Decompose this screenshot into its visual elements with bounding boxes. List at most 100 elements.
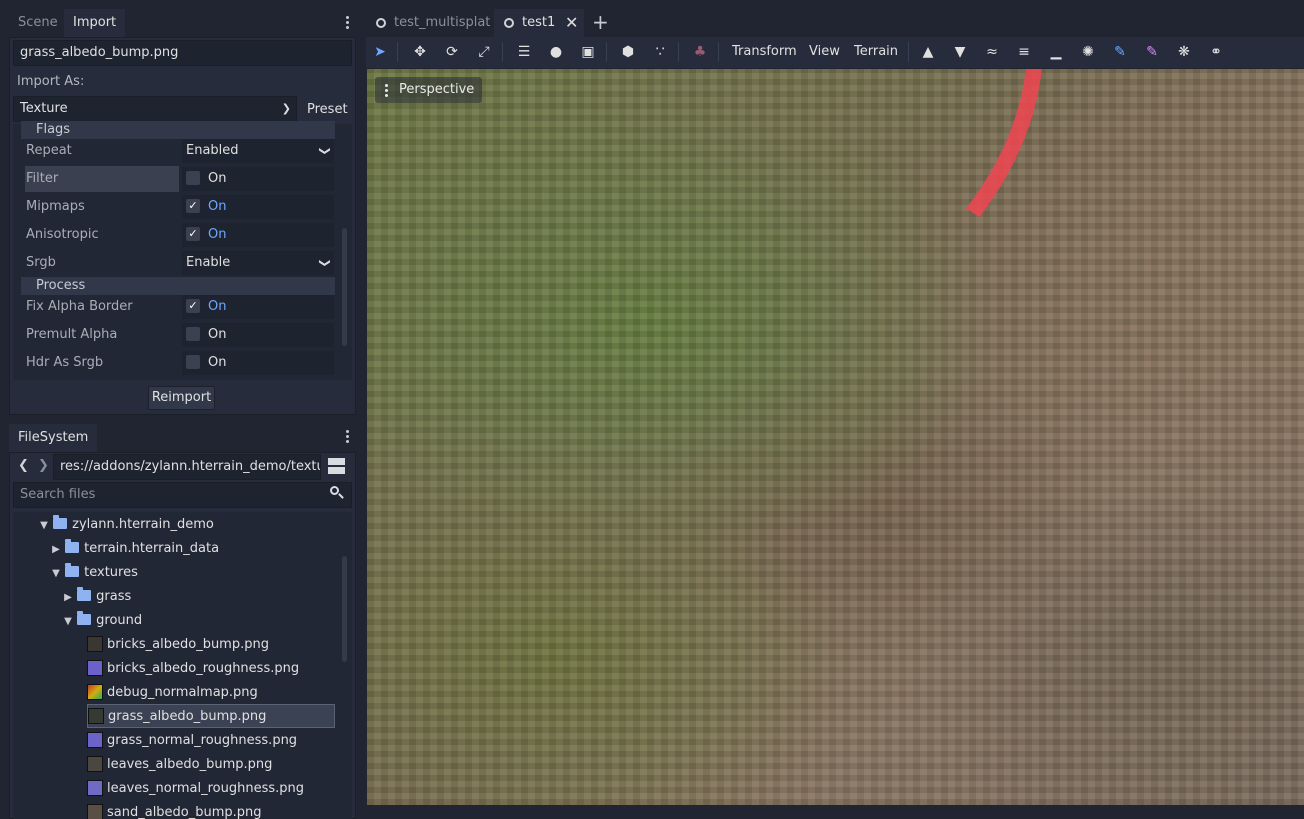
tree-item-file[interactable]: grass_normal_roughness.png bbox=[87, 729, 297, 753]
preset-button[interactable]: Preset bbox=[307, 102, 348, 117]
scene-tab-test1[interactable]: test1 ✕ bbox=[494, 9, 584, 37]
add-scene-tab-icon[interactable]: + bbox=[592, 10, 609, 34]
camera-preview-icon[interactable]: ♣ bbox=[690, 42, 710, 62]
filesystem-dock-menu-icon[interactable] bbox=[345, 430, 351, 445]
toolbar-separator bbox=[678, 42, 679, 62]
terrain-flatten-icon[interactable]: ▁ bbox=[1046, 42, 1066, 62]
prop-repeat-select[interactable]: Enabled ❯ bbox=[182, 139, 334, 163]
tab-scene[interactable]: Scene bbox=[9, 9, 67, 37]
local-space-icon[interactable]: ⬢ bbox=[618, 42, 638, 62]
import-as-select[interactable]: Texture ❯ bbox=[13, 96, 297, 122]
tree-item-folder[interactable]: ▶ grass bbox=[63, 585, 131, 609]
prop-srgb-select[interactable]: Enable ❯ bbox=[182, 251, 334, 275]
terrain-erode-icon[interactable]: ✺ bbox=[1078, 42, 1098, 62]
forward-arrow-icon[interactable]: ❯ bbox=[38, 456, 50, 476]
paint-mask-key-icon[interactable]: ⚭ bbox=[1206, 42, 1226, 62]
search-files-input[interactable]: Search files bbox=[13, 482, 352, 508]
reimport-button[interactable]: Reimport bbox=[148, 386, 215, 410]
prop-hdr-as-srgb-checkbox[interactable]: On bbox=[182, 351, 334, 375]
3d-viewport[interactable]: Perspective bbox=[367, 69, 1304, 805]
scale-tool-icon[interactable]: ⤢ bbox=[474, 42, 494, 62]
expanded-arrow-icon: ▼ bbox=[52, 568, 60, 579]
tree-item-label: grass bbox=[96, 589, 132, 604]
prop-filter-checkbox[interactable]: On bbox=[182, 167, 334, 191]
import-as-label: Import As: bbox=[17, 74, 85, 89]
lock-icon[interactable]: ● bbox=[546, 42, 566, 62]
tree-item-folder[interactable]: ▼ ground bbox=[63, 609, 142, 633]
chevron-down-icon: ❯ bbox=[318, 258, 332, 268]
texture-thumbnail-icon bbox=[87, 635, 103, 652]
filesystem-scrollbar[interactable] bbox=[342, 556, 347, 662]
scene-tab-test-multisplat[interactable]: test_multisplat bbox=[366, 9, 492, 37]
prop-filter-value: On bbox=[208, 171, 227, 186]
scene-tab-label: test_multisplat bbox=[394, 15, 491, 30]
tab-import[interactable]: Import bbox=[64, 9, 126, 37]
tree-item-file[interactable]: sand_albedo_bump.png bbox=[87, 801, 262, 819]
prop-hdr-as-srgb-value: On bbox=[208, 355, 227, 370]
group-icon[interactable]: ▣ bbox=[578, 42, 598, 62]
select-tool-icon[interactable]: ➤ bbox=[370, 42, 390, 62]
tree-item-folder[interactable]: ▼ textures bbox=[51, 561, 138, 585]
texture-thumbnail-icon bbox=[88, 707, 104, 724]
snap-icon[interactable]: ∵ bbox=[650, 42, 670, 62]
back-arrow-icon[interactable]: ❮ bbox=[18, 456, 30, 476]
tree-item-label: grass_normal_roughness.png bbox=[107, 733, 298, 748]
import-dock-menu-icon[interactable] bbox=[345, 16, 351, 31]
prop-anisotropic-value: On bbox=[208, 227, 227, 242]
texture-thumbnail-icon bbox=[87, 683, 103, 700]
chevron-down-icon: ❯ bbox=[318, 146, 332, 156]
rotate-tool-icon[interactable]: ⟳ bbox=[442, 42, 462, 62]
tree-item-file[interactable]: debug_normalmap.png bbox=[87, 681, 258, 705]
prop-srgb-label: Srgb bbox=[26, 255, 56, 270]
tree-item-file[interactable]: bricks_albedo_bump.png bbox=[87, 633, 269, 657]
import-as-value: Texture bbox=[20, 101, 68, 116]
paint-color-brush-icon[interactable]: ✎ bbox=[1142, 42, 1162, 62]
transform-menu[interactable]: Transform bbox=[732, 42, 797, 62]
prop-fix-alpha-border: Fix Alpha Border ✓ On bbox=[21, 294, 337, 320]
tree-item-label: sand_albedo_bump.png bbox=[107, 805, 262, 819]
prop-hdr-as-srgb: Hdr As Srgb On bbox=[21, 350, 337, 376]
expanded-arrow-icon: ▼ bbox=[64, 616, 72, 627]
terrain-raise-icon[interactable]: ▲ bbox=[918, 42, 938, 62]
list-select-icon[interactable]: ☰ bbox=[514, 42, 534, 62]
terrain-level-icon[interactable]: ≡ bbox=[1014, 42, 1034, 62]
prop-fix-alpha-border-checkbox[interactable]: ✓ On bbox=[182, 295, 334, 319]
tree-item-label: terrain.hterrain_data bbox=[84, 541, 220, 556]
terrain-lower-icon[interactable]: ▼ bbox=[950, 42, 970, 62]
tree-item-file[interactable]: bricks_albedo_roughness.png bbox=[87, 657, 299, 681]
split-view-toggle-icon[interactable] bbox=[328, 458, 346, 474]
search-icon bbox=[330, 486, 344, 500]
tree-item-label: leaves_normal_roughness.png bbox=[107, 781, 304, 796]
prop-anisotropic-checkbox[interactable]: ✓ On bbox=[182, 223, 334, 247]
tree-item-label: textures bbox=[84, 565, 138, 580]
close-icon[interactable]: ✕ bbox=[565, 9, 578, 37]
scene-root-circle-icon bbox=[376, 18, 386, 28]
prop-premult-alpha-checkbox[interactable]: On bbox=[182, 323, 334, 347]
terrain-smooth-icon[interactable]: ≈ bbox=[982, 42, 1002, 62]
section-flags[interactable]: Flags bbox=[21, 121, 335, 139]
tree-item-label: bricks_albedo_roughness.png bbox=[107, 661, 300, 676]
move-tool-icon[interactable]: ✥ bbox=[410, 42, 430, 62]
import-options-scrollbar[interactable] bbox=[342, 228, 347, 346]
prop-mipmaps: Mipmaps ✓ On bbox=[21, 194, 337, 220]
prop-filter: Filter On bbox=[21, 166, 337, 192]
prop-premult-alpha: Premult Alpha On bbox=[21, 322, 337, 348]
perspective-menu-button[interactable]: Perspective bbox=[375, 77, 483, 103]
tab-filesystem[interactable]: FileSystem bbox=[9, 424, 98, 452]
filesystem-path-field[interactable]: res://addons/zylann.hterrain_demo/textur bbox=[53, 454, 321, 480]
texture-thumbnail-icon bbox=[87, 659, 103, 676]
prop-mipmaps-checkbox[interactable]: ✓ On bbox=[182, 195, 334, 219]
paint-texture-brush-icon[interactable]: ✎ bbox=[1110, 42, 1130, 62]
view-menu[interactable]: View bbox=[809, 42, 840, 62]
tree-item-file[interactable]: leaves_albedo_bump.png bbox=[87, 753, 272, 777]
paint-detail-grass-icon[interactable]: ❋ bbox=[1174, 42, 1194, 62]
prop-hdr-as-srgb-label: Hdr As Srgb bbox=[26, 355, 104, 370]
prop-srgb: Srgb Enable ❯ bbox=[21, 250, 337, 276]
tree-item-file[interactable]: leaves_normal_roughness.png bbox=[87, 777, 304, 801]
tree-item-folder[interactable]: ▶ terrain.hterrain_data bbox=[51, 537, 219, 561]
tree-item-folder[interactable]: ▼ zylann.hterrain_demo bbox=[39, 513, 214, 537]
tree-item-file-selected[interactable]: grass_albedo_bump.png bbox=[87, 704, 335, 728]
filesystem-tree: ▼ zylann.hterrain_demo ▶ terrain.hterrai… bbox=[13, 512, 352, 819]
section-process[interactable]: Process bbox=[21, 277, 335, 295]
terrain-menu[interactable]: Terrain bbox=[854, 42, 898, 62]
